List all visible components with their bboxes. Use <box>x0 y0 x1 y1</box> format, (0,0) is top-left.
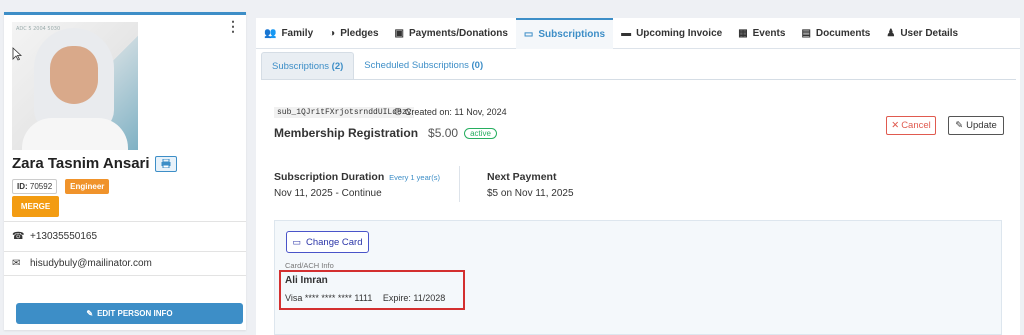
phone-number[interactable]: +13035550165 <box>30 231 97 242</box>
credit-card-icon: ▭ <box>292 236 301 247</box>
subtab-label: Subscriptions <box>272 60 330 72</box>
subscription-amount: $5.00 <box>428 126 459 140</box>
divider <box>459 166 460 202</box>
subtab-scheduled-subscriptions[interactable]: Scheduled Subscriptions (0) <box>354 52 493 79</box>
tab-family[interactable]: 👥 Family <box>256 18 321 49</box>
card-expiry: Expire: 11/2028 <box>382 293 446 303</box>
more-options-icon[interactable]: ⋮ <box>226 19 240 33</box>
tab-bar: 👥 Family ◑ Pledges ▣ Payments/Donations ▭ Su… <box>256 18 1020 49</box>
tab-label: Family <box>281 28 314 39</box>
role-badge: Engineer <box>65 179 110 194</box>
divider <box>4 251 246 252</box>
close-icon: ✕ <box>891 120 900 131</box>
card-holder-name: Ali Imran <box>285 275 328 286</box>
sub-tab-bar: Subscriptions (2) Scheduled Subscription… <box>261 52 493 79</box>
created-date: ◷ Created on: 11 Nov, 2024 <box>394 106 507 117</box>
profile-photo: ADC 5 2004 5030 <box>12 22 138 150</box>
edit-person-info-button[interactable]: ✎ EDIT PERSON INFO <box>16 303 243 324</box>
mouse-cursor-icon <box>12 47 22 61</box>
change-card-label: Change Card <box>306 236 363 248</box>
tab-label: Subscriptions <box>538 29 606 40</box>
tab-label: Payments/Donations <box>409 28 508 39</box>
edit-icon: ✎ <box>955 120 964 131</box>
tab-events[interactable]: ▦ Events <box>730 18 793 49</box>
envelope-icon: ✉ <box>12 258 21 269</box>
phone-icon: ☎ <box>12 231 25 242</box>
id-value: 70592 <box>29 182 53 191</box>
tab-documents[interactable]: ▤ Documents <box>793 18 878 49</box>
card-icon: ▬ <box>621 28 632 39</box>
email-address[interactable]: hisudybuly@mailinator.com <box>30 258 152 269</box>
tab-label: Documents <box>815 28 871 39</box>
main-panel: 👥 Family ◑ Pledges ▣ Payments/Donations ▭ Su… <box>256 18 1020 335</box>
email-row: ✉ hisudybuly@mailinator.com <box>12 258 152 269</box>
user-icon: ♟ <box>886 28 896 39</box>
card-info-panel: ▭ Change Card Card/ACH Info Ali Imran Vi… <box>274 220 1002 335</box>
subtab-count: (2) <box>331 60 344 72</box>
tab-label: User Details <box>900 28 959 39</box>
subtab-label: Scheduled Subscriptions <box>364 60 469 71</box>
clock-icon: ◷ <box>394 106 402 116</box>
duration-frequency: Every 1 year(s) <box>389 173 441 182</box>
tab-payments-donations[interactable]: ▣ Payments/Donations <box>387 18 516 49</box>
print-button[interactable] <box>154 155 177 172</box>
duration-value: Nov 11, 2025 - Continue <box>274 188 382 199</box>
change-card-button[interactable]: ▭ Change Card <box>286 231 369 253</box>
update-label: Update <box>966 120 997 131</box>
tab-pledges[interactable]: ◑ Pledges <box>321 18 386 49</box>
photo-watermark: ADC 5 2004 5030 <box>16 26 61 32</box>
duration-label: Subscription Duration <box>274 171 385 183</box>
divider <box>4 221 246 222</box>
phone-row: ☎ +13035550165 <box>12 231 97 242</box>
cancel-subscription-button[interactable]: ✕ Cancel <box>886 116 936 135</box>
card-details: Visa **** **** **** 1111 Expire: 11/2028 <box>285 293 453 303</box>
person-name: Zara Tasnim Ansari <box>12 155 150 172</box>
duration-heading: Subscription Duration Every 1 year(s) <box>274 171 440 183</box>
tab-subscriptions[interactable]: ▭ Subscriptions <box>515 18 614 49</box>
status-badge: active <box>464 127 497 139</box>
tab-upcoming-invoice[interactable]: ▬ Upcoming Invoice <box>613 18 730 49</box>
next-payment-heading: Next Payment <box>487 171 557 183</box>
merge-button[interactable]: MERGE <box>12 196 59 217</box>
half-circle-icon: ◑ <box>329 28 336 39</box>
edit-person-info-label: EDIT PERSON INFO <box>97 309 173 318</box>
subtab-subscriptions[interactable]: Subscriptions (2) <box>261 52 355 79</box>
tab-user-details[interactable]: ♟ User Details <box>878 18 966 49</box>
document-icon: ▤ <box>801 28 811 39</box>
card-number: Visa **** **** **** 1111 <box>285 293 373 303</box>
subtab-count: (0) <box>471 60 484 71</box>
next-payment-value: $5 on Nov 11, 2025 <box>487 188 574 199</box>
profile-card: ADC 5 2004 5030 ⋮ Zara Tasnim Ansari ID:… <box>4 12 246 330</box>
divider <box>4 275 246 276</box>
users-icon: 👥 <box>264 28 277 39</box>
tab-label: Upcoming Invoice <box>636 28 723 39</box>
money-icon: ▣ <box>394 28 404 39</box>
tab-label: Pledges <box>340 28 379 39</box>
calendar-icon: ▦ <box>738 28 748 39</box>
print-icon <box>161 159 171 168</box>
edit-icon: ✎ <box>86 309 94 318</box>
card-info-label: Card/ACH Info <box>285 261 334 270</box>
credit-card-icon: ▭ <box>523 29 534 40</box>
id-badge: ID: 70592 <box>12 179 58 194</box>
cancel-label: Cancel <box>901 120 931 131</box>
divider <box>261 79 1016 80</box>
subscription-title: Membership Registration <box>274 126 419 140</box>
tab-label: Events <box>752 28 786 39</box>
created-text: Created on: 11 Nov, 2024 <box>404 106 507 117</box>
update-subscription-button[interactable]: ✎ Update <box>948 116 1004 135</box>
